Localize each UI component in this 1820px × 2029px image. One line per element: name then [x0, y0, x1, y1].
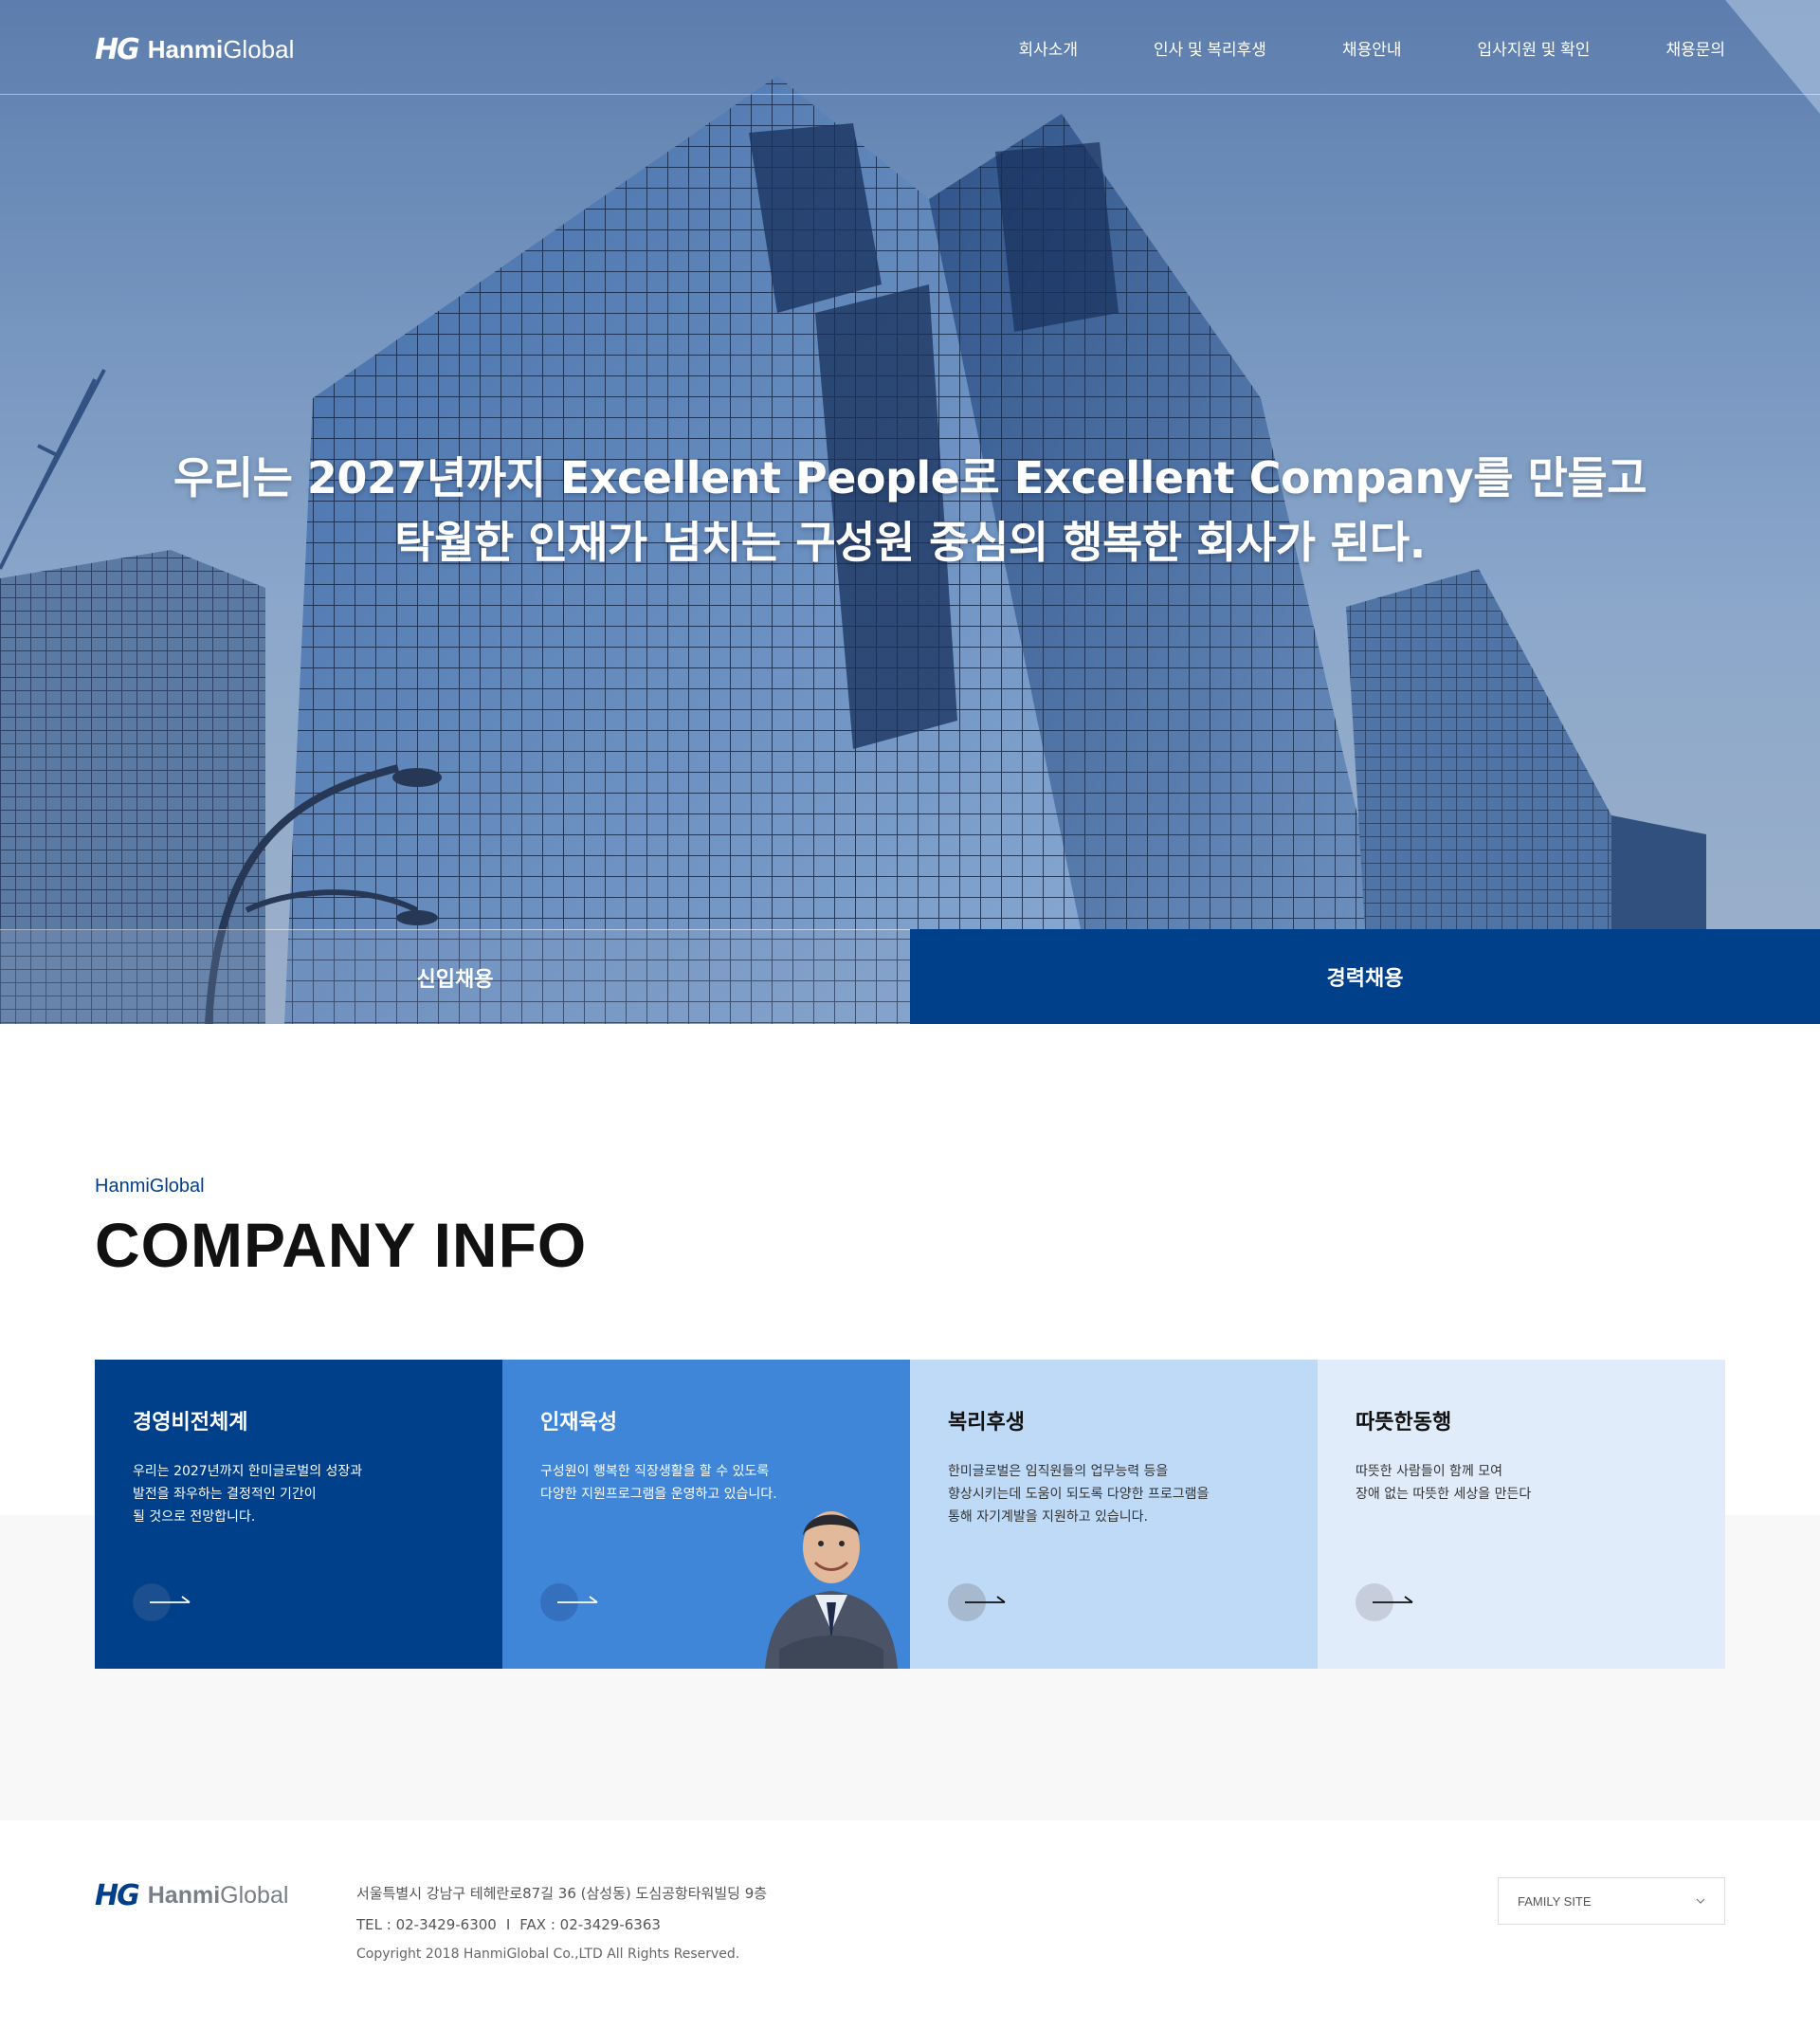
- family-site-label: FAMILY SITE: [1518, 1893, 1592, 1909]
- card-more-button[interactable]: [540, 1583, 607, 1621]
- nav-hr-benefits[interactable]: 인사 및 복리후생: [1154, 36, 1266, 60]
- logo-word-bold: Hanmi: [147, 1882, 221, 1909]
- footer-separator: I: [505, 1916, 511, 1933]
- footer-tel: TEL : 02-3429-6300: [356, 1916, 497, 1933]
- footer-contact: TEL : 02-3429-6300 I FAX : 02-3429-6363: [356, 1916, 767, 1933]
- footer-address: 서울특별시 강남구 테헤란로87길 36 (삼성동) 도심공항타워빌딩 9층: [356, 1885, 768, 1902]
- arrow-right-icon: [150, 1596, 191, 1603]
- company-info-cards: 경영비전체계 우리는 2027년까지 한미글로벌의 성장과 발전을 좌우하는 결…: [95, 1360, 1725, 1669]
- hero-slogan-line-1: 우리는 2027년까지 Excellent People로 Excellent …: [173, 452, 1647, 503]
- card-text: 우리는 2027년까지 한미글로벌의 성장과 발전을 좌우하는 결정적인 기간이…: [133, 1464, 363, 1525]
- card-more-button[interactable]: [948, 1583, 1014, 1621]
- nav-company-intro[interactable]: 회사소개: [1018, 36, 1078, 60]
- nav-recruit-inquiry[interactable]: 채용문의: [1665, 36, 1725, 60]
- card-title: 따뜻한동행: [1356, 1411, 1452, 1435]
- card-text: 따뜻한 사람들이 함께 모여 장애 없는 따뜻한 세상을 만든다: [1356, 1464, 1532, 1502]
- logo-mark: HG: [95, 1879, 140, 1912]
- ceo-portrait-image: [765, 1511, 898, 1669]
- nav-apply-check[interactable]: 입사지원 및 확인: [1478, 36, 1591, 60]
- card-warm-companionship[interactable]: 따뜻한동행 따뜻한 사람들이 함께 모여 장애 없는 따뜻한 세상을 만든다: [1318, 1360, 1725, 1669]
- card-title: 복리후생: [948, 1411, 1025, 1435]
- chevron-down-icon: [1696, 1898, 1705, 1904]
- hero-slogan-line-2: 탁월한 인재가 넘치는 구성원 중심의 행복한 회사가 된다.: [394, 517, 1426, 568]
- footer-copyright: Copyright 2018 HanmiGlobal Co.,LTD All R…: [356, 1947, 740, 1962]
- nav-recruit-guide[interactable]: 채용안내: [1342, 36, 1402, 60]
- section-title: COMPANY INFO: [95, 1210, 588, 1280]
- recruit-tab-bar: 신입채용 경력채용: [0, 929, 1820, 1024]
- logo-word-light: Global: [223, 34, 295, 64]
- tab-experienced-hire[interactable]: 경력채용: [910, 929, 1820, 1024]
- card-talent-development[interactable]: 인재육성 구성원이 행복한 직장생활을 할 수 있도록 다양한 지원프로그램을 …: [502, 1360, 910, 1669]
- hero-slogan: 우리는 2027년까지 Excellent People로 Excellent …: [0, 446, 1820, 575]
- card-management-vision[interactable]: 경영비전체계 우리는 2027년까지 한미글로벌의 성장과 발전을 좌우하는 결…: [95, 1360, 502, 1669]
- hero-section: HG Hanmi Global 회사소개 인사 및 복리후생 채용안내 입사지원 …: [0, 0, 1820, 1024]
- logo-mark: HG: [95, 32, 140, 66]
- section-kicker: HanmiGlobal: [95, 1176, 205, 1197]
- site-logo[interactable]: HG Hanmi Global: [95, 32, 295, 66]
- card-title: 인재육성: [540, 1411, 617, 1435]
- card-more-button[interactable]: [133, 1583, 199, 1621]
- logo-word-bold: Hanmi: [147, 34, 224, 64]
- card-text: 한미글로벌은 임직원들의 업무능력 등을 향상시키는데 도움이 되도록 다양한 …: [948, 1464, 1210, 1525]
- arrow-right-icon: [965, 1596, 1006, 1603]
- logo-word-light: Global: [220, 1882, 289, 1909]
- family-site-select[interactable]: FAMILY SITE: [1498, 1877, 1725, 1925]
- footer-company-info: 서울특별시 강남구 테헤란로87길 36 (삼성동) 도심공항타워빌딩 9층 T…: [356, 1883, 767, 1975]
- site-footer: HG Hanmi Global 서울특별시 강남구 테헤란로87길 36 (삼성동…: [0, 1820, 1820, 2029]
- card-welfare-benefits[interactable]: 복리후생 한미글로벌은 임직원들의 업무능력 등을 향상시키는데 도움이 되도록…: [910, 1360, 1318, 1669]
- card-more-button[interactable]: [1356, 1583, 1422, 1621]
- tab-new-hire[interactable]: 신입채용: [0, 929, 910, 1024]
- site-header: HG Hanmi Global 회사소개 인사 및 복리후생 채용안내 입사지원 …: [0, 0, 1820, 95]
- arrow-right-icon: [557, 1596, 598, 1603]
- card-title: 경영비전체계: [133, 1411, 248, 1435]
- footer-fax: FAX : 02-3429-6363: [519, 1916, 661, 1933]
- footer-logo[interactable]: HG Hanmi Global: [95, 1879, 288, 1912]
- main-nav: 회사소개 인사 및 복리후생 채용안내 입사지원 및 확인 채용문의: [942, 36, 1725, 60]
- arrow-right-icon: [1373, 1596, 1413, 1603]
